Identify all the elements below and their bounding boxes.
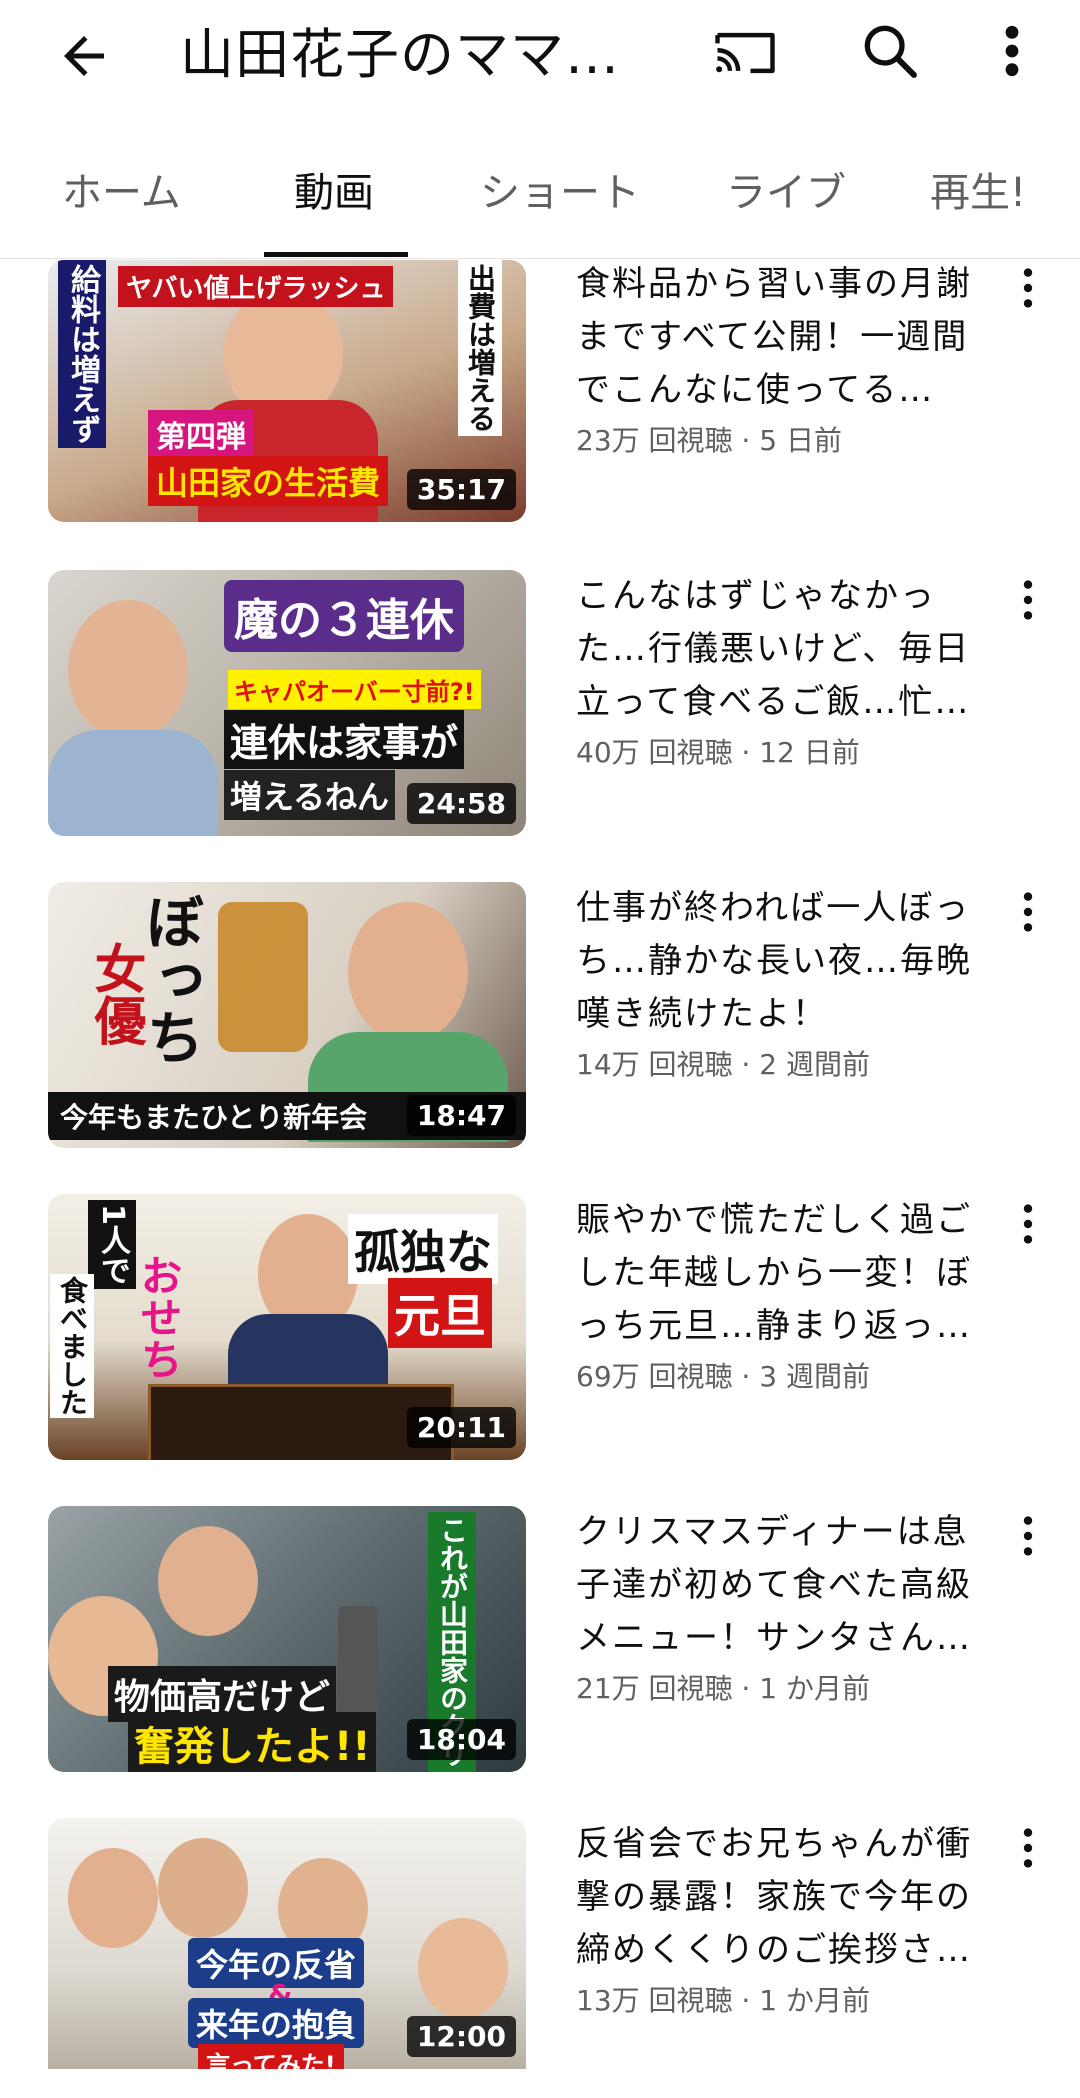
thumbnail-caption: 女優 (85, 942, 145, 1046)
thumbnail-caption: キャパオーバー寸前?! (228, 670, 481, 709)
video-thumbnail[interactable]: 魔の３連休 キャパオーバー寸前?! 連休は家事が 増えるねん 24:58 (48, 570, 526, 836)
more-options-button[interactable] (972, 6, 1052, 96)
thumbnail-person (68, 600, 188, 740)
thumbnail-person (418, 1918, 508, 2018)
more-vert-icon (1023, 580, 1033, 620)
active-tab-indicator (264, 252, 408, 257)
thumbnail-caption: 奮発したよ!! (128, 1712, 377, 1772)
search-icon (864, 25, 917, 78)
video-more-button[interactable] (1006, 1818, 1050, 1878)
thumbnail-caption: おせち (134, 1254, 183, 1380)
tab-live[interactable]: ライブ (726, 160, 846, 218)
video-title[interactable]: 仕事が終われば一人ぼっち…静かな長い夜…毎晩嘆き続けたよ！ (576, 882, 996, 1041)
more-vert-icon (1005, 25, 1019, 77)
thumbnail-caption: 魔の３連休 (224, 580, 464, 652)
video-duration: 35:17 (406, 469, 516, 510)
thumbnail-caption: ヤバい値上げラッシュ (118, 266, 394, 307)
more-vert-icon (1023, 1828, 1033, 1868)
tab-videos[interactable]: 動画 (294, 160, 374, 218)
list-item[interactable]: 魔の３連休 キャパオーバー寸前?! 連休は家事が 増えるねん 24:58 こんな… (0, 570, 1080, 850)
video-stats: 13万 回視聴 · 1 か月前 (576, 1984, 870, 2017)
list-item[interactable]: ぼっち 女優 今年もまたひとり新年会 18:47 仕事が終われば一人ぼっち…静か… (0, 882, 1080, 1162)
thumbnail-caption: 孤独な (348, 1214, 498, 1284)
thumbnail-person (348, 902, 468, 1042)
cast-icon (715, 32, 775, 74)
back-button[interactable] (40, 12, 128, 100)
thumbnail-person (68, 1848, 158, 1948)
thumbnail-caption: 言ってみた! (198, 2044, 344, 2069)
thumbnail-person-jacket (48, 730, 218, 836)
cast-button[interactable] (700, 8, 790, 98)
top-app-bar: 山田花子のママ… (0, 0, 1080, 100)
video-thumbnail[interactable]: 1人で おせち 食べました 孤独な 元旦 20:11 (48, 1194, 526, 1460)
thumbnail-caption: 元旦 (388, 1278, 492, 1348)
thumbnail-caption: 食べました (50, 1274, 94, 1418)
thumbnail-caption: 出費は増える (458, 260, 502, 436)
video-stats: 14万 回視聴 · 2 週間前 (576, 1048, 870, 1081)
thumbnail-glass (218, 902, 308, 1052)
channel-tabs: ホーム 動画 ショート ライブ 再生! (0, 130, 1080, 259)
video-more-button[interactable] (1006, 1194, 1050, 1254)
thumbnail-caption: 山田家の生活費 (148, 456, 389, 506)
video-meta[interactable]: 反省会でお兄ちゃんが衝撃の暴露！家族で今年の締めくくりのご挨拶さ… 13万 回視… (576, 1818, 996, 2019)
video-stats: 23万 回視聴 · 5 日前 (576, 424, 842, 457)
video-meta[interactable]: 仕事が終われば一人ぼっち…静かな長い夜…毎晩嘆き続けたよ！ 14万 回視聴 · … (576, 882, 996, 1083)
video-title[interactable]: 賑やかで慌ただしく過ごした年越しから一変！ぼっち元旦…静まり返った… (576, 1194, 996, 1353)
more-vert-icon (1023, 1204, 1033, 1244)
video-stats: 40万 回視聴 · 12 日前 (576, 736, 860, 769)
search-button[interactable] (845, 6, 935, 96)
video-meta[interactable]: クリスマスディナーは息子達が初めて食べた高級メニュー！サンタさん… 21万 回視… (576, 1506, 996, 1707)
video-meta[interactable]: こんなはずじゃなかった…行儀悪いけど、毎日立って食べるご飯…忙し… 40万 回視… (576, 570, 996, 771)
more-vert-icon (1023, 1516, 1033, 1556)
video-meta[interactable]: 賑やかで慌ただしく過ごした年越しから一変！ぼっち元旦…静まり返った… 69万 回… (576, 1194, 996, 1395)
thumbnail-caption: 連休は家事が (224, 710, 465, 769)
list-item[interactable]: 今年の反省 & 来年の抱負 言ってみた! 12:00 反省会でお兄ちゃんが衝撃の… (0, 1818, 1080, 2098)
video-more-button[interactable] (1006, 882, 1050, 942)
video-stats: 21万 回視聴 · 1 か月前 (576, 1672, 870, 1705)
thumbnail-caption: 給料は増えず (58, 260, 106, 448)
arrow-back-icon (64, 36, 104, 76)
tab-shorts[interactable]: ショート (480, 160, 640, 218)
video-more-button[interactable] (1006, 258, 1050, 318)
thumbnail-caption: 第四弾 (148, 410, 254, 458)
thumbnail-caption: 来年の抱負 (188, 1998, 365, 2048)
video-more-button[interactable] (1006, 1506, 1050, 1566)
video-meta[interactable]: 食料品から習い事の月謝まですべて公開！一週間でこんなに使ってる… 23万 回視聴… (576, 258, 996, 459)
thumbnail-caption: 増えるねん (224, 770, 396, 820)
more-vert-icon (1023, 268, 1033, 308)
thumbnail-bottle (338, 1606, 378, 1716)
list-item[interactable]: ヤバい値上げラッシュ 給料は増えず 第四弾 山田家の生活費 出費は増える 35:… (0, 258, 1080, 538)
list-item[interactable]: これが山田家のクリスマス 物価高だけど 奮発したよ!! 18:04 クリスマスデ… (0, 1506, 1080, 1786)
video-title[interactable]: クリスマスディナーは息子達が初めて食べた高級メニュー！サンタさん… (576, 1506, 996, 1665)
list-item[interactable]: 1人で おせち 食べました 孤独な 元旦 20:11 賑やかで慌ただしく過ごした… (0, 1194, 1080, 1474)
video-title[interactable]: 反省会でお兄ちゃんが衝撃の暴露！家族で今年の締めくくりのご挨拶さ… (576, 1818, 996, 1977)
video-thumbnail[interactable]: 今年の反省 & 来年の抱負 言ってみた! 12:00 (48, 1818, 526, 2069)
video-duration: 24:58 (406, 783, 516, 824)
video-thumbnail[interactable]: ぼっち 女優 今年もまたひとり新年会 18:47 (48, 882, 526, 1148)
video-more-button[interactable] (1006, 570, 1050, 630)
more-vert-icon (1023, 892, 1033, 932)
thumbnail-person (158, 1838, 248, 1938)
video-duration: 20:11 (406, 1407, 516, 1448)
video-thumbnail[interactable]: ヤバい値上げラッシュ 給料は増えず 第四弾 山田家の生活費 出費は増える 35:… (48, 260, 526, 522)
video-thumbnail[interactable]: これが山田家のクリスマス 物価高だけど 奮発したよ!! 18:04 (48, 1506, 526, 1772)
video-title[interactable]: こんなはずじゃなかった…行儀悪いけど、毎日立って食べるご飯…忙し… (576, 570, 996, 729)
thumbnail-person (158, 1526, 258, 1636)
video-title[interactable]: 食料品から習い事の月謝まですべて公開！一週間でこんなに使ってる… (576, 258, 996, 417)
video-duration: 18:04 (406, 1719, 516, 1760)
video-stats: 69万 回視聴 · 3 週間前 (576, 1360, 870, 1393)
tab-playlists[interactable]: 再生! (930, 160, 1026, 218)
video-duration: 18:47 (406, 1095, 516, 1136)
channel-title: 山田花子のママ… (180, 23, 620, 86)
tab-home[interactable]: ホーム (62, 160, 181, 218)
video-duration: 12:00 (406, 2016, 516, 2057)
